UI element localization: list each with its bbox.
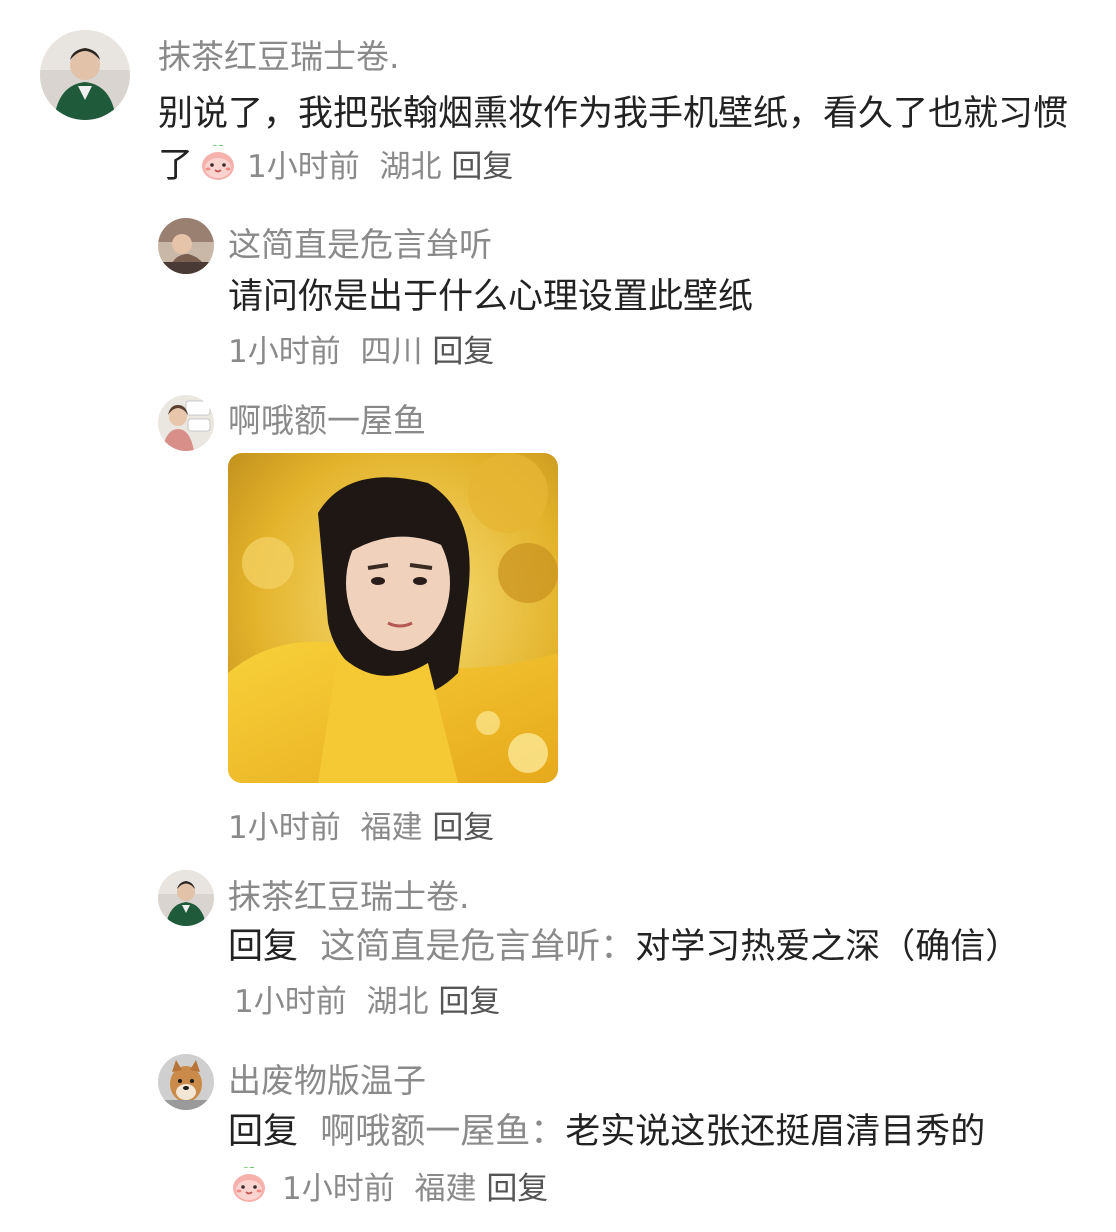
- peach-face-emoji-icon: [197, 141, 239, 183]
- reply-prefix: 回复: [228, 1112, 299, 1152]
- username[interactable]: 啊哦额一屋鱼: [228, 394, 426, 442]
- reply-target-user[interactable]: 这简直是危言耸听：: [320, 927, 635, 967]
- user-avatar[interactable]: [158, 395, 214, 451]
- reply-meta: 1小时前 四川 回复: [228, 326, 494, 371]
- comment-text: 别说了，我把张翰烟熏妆作为我手机壁纸，看久了也就习惯了 1小时前 湖北 回复: [158, 88, 1078, 193]
- username[interactable]: 这简直是危言耸听: [228, 218, 492, 266]
- reply-button[interactable]: 回复: [432, 334, 494, 370]
- reply-meta: 1小时前 福建 回复: [228, 802, 494, 847]
- reply-text: 回复 这简直是危言耸听：对学习热爱之深（确信） 1小时前 湖北 回复: [228, 920, 1078, 1029]
- user-avatar[interactable]: [158, 218, 214, 274]
- username[interactable]: 出废物版温子: [228, 1054, 426, 1102]
- user-avatar[interactable]: [158, 870, 214, 926]
- reply-time: 1小时前: [228, 334, 341, 370]
- reply-time: 1小时前: [282, 1171, 395, 1207]
- reply-button[interactable]: 回复: [432, 810, 494, 846]
- reply-prefix: 回复: [228, 927, 299, 967]
- reply-time: 1小时前: [228, 810, 341, 846]
- reply-text: 回复 啊哦额一屋鱼：老实说这张还挺眉清目秀的 1小时前 福建 回复: [228, 1104, 1078, 1217]
- comment-time: 1小时前: [247, 149, 360, 185]
- comment-meta: 1小时前 湖北 回复: [247, 149, 513, 185]
- reply-image[interactable]: [228, 453, 558, 783]
- reply-button[interactable]: 回复: [451, 149, 513, 185]
- user-avatar[interactable]: [40, 30, 130, 120]
- reply-location: 福建: [360, 810, 423, 846]
- reply-meta: 1小时前 福建 回复: [282, 1171, 548, 1207]
- username[interactable]: 抹茶红豆瑞士卷.: [158, 30, 400, 78]
- reply-location: 福建: [414, 1171, 477, 1207]
- reply-time: 1小时前: [234, 984, 347, 1020]
- reply-body: 老实说这张还挺眉清目秀的: [565, 1112, 986, 1152]
- reply-location: 湖北: [366, 984, 429, 1020]
- reply-body: 对学习热爱之深（确信）: [635, 927, 1021, 967]
- reply-button[interactable]: 回复: [486, 1171, 548, 1207]
- reply-location: 四川: [360, 334, 423, 370]
- comment-location: 湖北: [379, 149, 442, 185]
- peach-face-emoji-icon: [228, 1163, 270, 1205]
- user-avatar[interactable]: [158, 1054, 214, 1110]
- reply-text: 请问你是出于什么心理设置此壁纸: [228, 277, 754, 317]
- username[interactable]: 抹茶红豆瑞士卷.: [228, 870, 470, 918]
- reply-meta: 1小时前 湖北 回复: [234, 984, 500, 1020]
- reply-button[interactable]: 回复: [438, 984, 500, 1020]
- reply-target-user[interactable]: 啊哦额一屋鱼：: [320, 1112, 565, 1152]
